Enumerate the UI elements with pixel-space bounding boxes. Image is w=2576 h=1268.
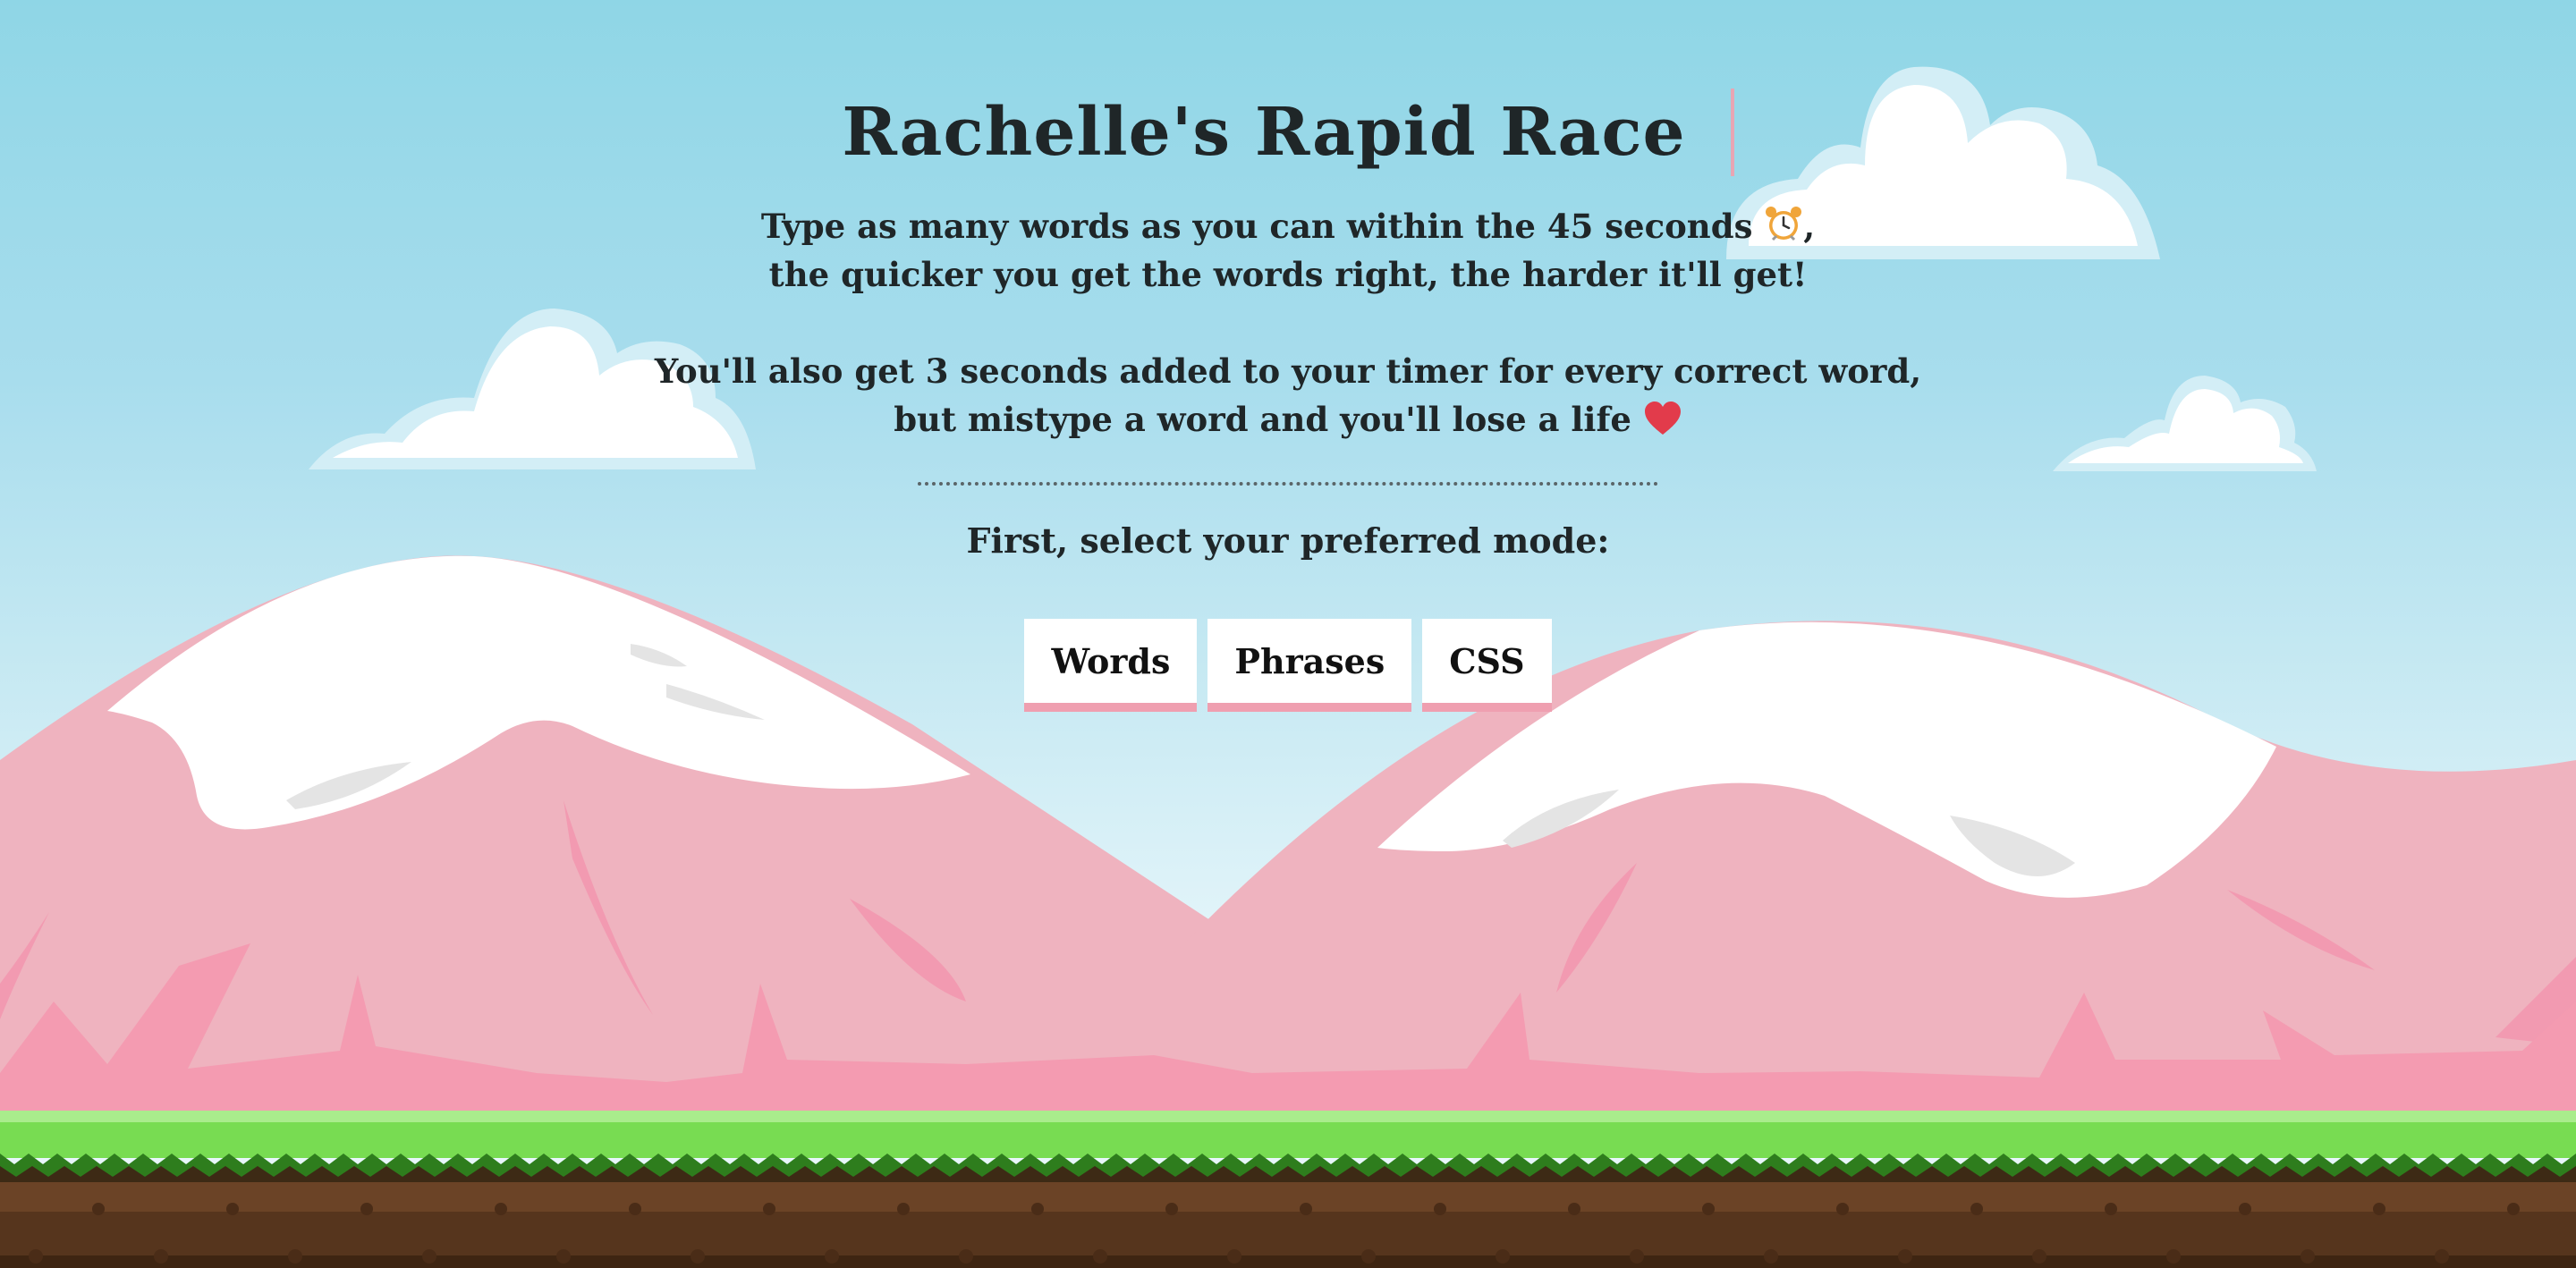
instruction-line-2: the quicker you get the words right, the… bbox=[768, 255, 1808, 294]
mode-words-button[interactable]: Words bbox=[1024, 619, 1198, 712]
game-title: Rachelle's Rapid Race bbox=[842, 94, 1686, 171]
grass bbox=[0, 1122, 2576, 1158]
instruction-line-3: You'll also get 3 seconds added to your … bbox=[654, 351, 1922, 391]
mode-selector: Words Phrases CSS bbox=[0, 619, 2576, 712]
grass-highlight bbox=[0, 1111, 2576, 1123]
typing-cursor bbox=[1730, 89, 1734, 176]
mode-css-button[interactable]: CSS bbox=[1422, 619, 1552, 712]
alarm-clock-icon bbox=[1766, 207, 1802, 241]
dirt-bottom bbox=[0, 1255, 2576, 1268]
instruction-line-4: but mistype a word and you'll lose a lif… bbox=[0, 395, 2576, 444]
instruction-text-1-end: , bbox=[1803, 207, 1816, 246]
instruction-line-1: Type as many words as you can within the… bbox=[0, 202, 2576, 250]
mode-prompt: First, select your preferred mode: bbox=[966, 520, 1610, 561]
dotted-divider bbox=[918, 482, 1658, 486]
heart-icon bbox=[1644, 402, 1681, 435]
title-row: Rachelle's Rapid Race bbox=[0, 79, 2576, 186]
instruction-text-1: Type as many words as you can within the… bbox=[760, 207, 1753, 246]
instruction-text-4: but mistype a word and you'll lose a lif… bbox=[894, 400, 1631, 439]
instructions: Type as many words as you can within the… bbox=[0, 202, 2576, 444]
mode-phrases-button[interactable]: Phrases bbox=[1208, 619, 1412, 712]
